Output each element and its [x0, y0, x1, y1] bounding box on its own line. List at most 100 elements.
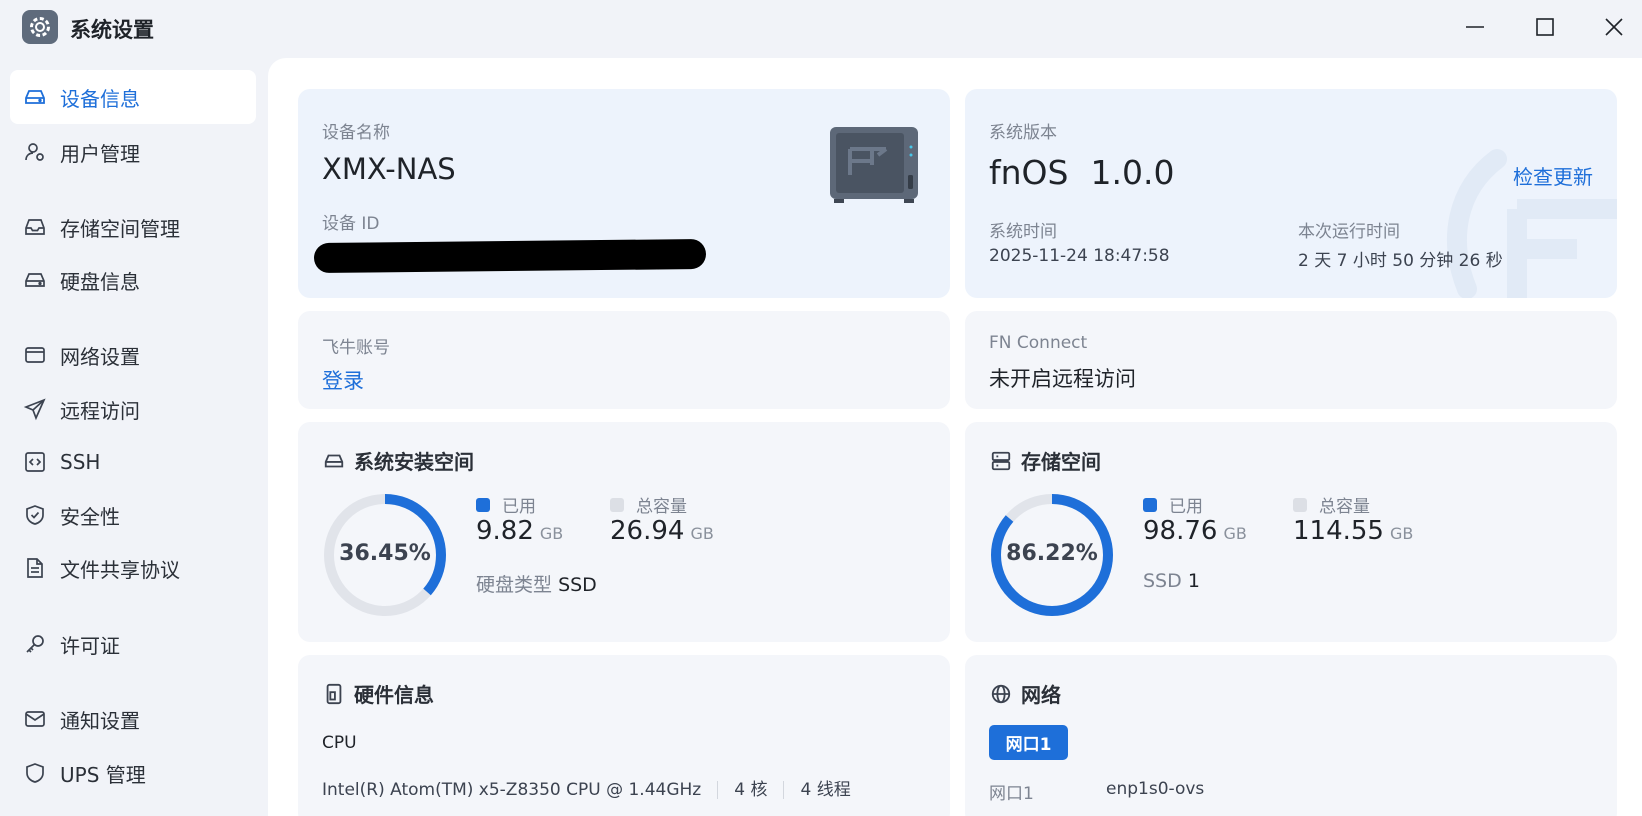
tab-port-1[interactable]: 网口1 — [989, 725, 1068, 760]
total-unit: GB — [690, 524, 714, 543]
server-icon — [989, 449, 1013, 473]
used-swatch — [1143, 497, 1157, 512]
drive-icon — [22, 84, 48, 110]
section-title-text: 网络 — [1021, 683, 1061, 707]
device-name: XMX-NAS — [322, 152, 456, 186]
legend-label: 已用 — [1169, 497, 1203, 517]
nas-device-image — [828, 125, 920, 203]
used-amount: 98.76 GB — [1143, 516, 1247, 546]
sidebar-item-ssh[interactable]: SSH — [10, 435, 256, 489]
sidebar-item-label: 安全性 — [60, 504, 120, 529]
total-amount: 114.55 GB — [1293, 516, 1413, 546]
sidebar-item-label: UPS 管理 — [60, 762, 146, 787]
account-label: 飞牛账号 — [322, 338, 390, 358]
sidebar-item-notification[interactable]: 通知设置 — [10, 692, 256, 746]
sidebar: 设备信息 用户管理 存储空间管理 硬盘信息 网络设置 远程访问 SSH 安全性 … — [0, 56, 268, 816]
section-title-text: 系统安装空间 — [354, 450, 474, 474]
close-button[interactable] — [1598, 12, 1630, 42]
network-card: 网络 网口1 网口1 enp1s0-ovs — [965, 655, 1617, 816]
hard-disk-icon — [322, 449, 346, 473]
minimize-button[interactable] — [1459, 12, 1491, 42]
sidebar-item-user-management[interactable]: 用户管理 — [10, 125, 256, 179]
sidebar-item-label: 远程访问 — [60, 398, 140, 423]
used-value: 9.82 — [476, 516, 534, 546]
sidebar-item-label: 硬盘信息 — [60, 269, 140, 294]
ssd-count-value: 1 — [1187, 570, 1200, 592]
uptime: 2 天 7 小时 50 分钟 26 秒 — [1298, 251, 1503, 271]
main-panel: 设备名称 XMX-NAS 设备 ID 系统版本 fnOS 1.0.0 检查更新 … — [268, 58, 1642, 816]
used-swatch — [476, 497, 490, 512]
fn-connect-status: 未开启远程访问 — [989, 367, 1136, 391]
sidebar-item-label: 用户管理 — [60, 141, 140, 166]
sidebar-item-label: SSH — [60, 450, 101, 474]
settings-app-icon — [22, 10, 58, 44]
mail-icon — [22, 706, 48, 732]
section-title-text: 硬件信息 — [354, 683, 434, 707]
total-legend: 总容量 — [1293, 492, 1370, 517]
account-card: 飞牛账号 登录 — [298, 311, 950, 409]
inbox-icon — [22, 214, 48, 240]
globe-icon — [989, 682, 1013, 706]
fn-connect-label: FN Connect — [989, 333, 1088, 353]
shield-icon — [22, 760, 48, 786]
sidebar-item-file-sharing[interactable]: 文件共享协议 — [10, 541, 256, 595]
total-legend: 总容量 — [610, 492, 687, 517]
os-version: fnOS 1.0.0 — [989, 153, 1174, 192]
total-swatch — [610, 497, 624, 512]
hard-disk-icon — [22, 267, 48, 293]
hardware-title: 硬件信息 — [322, 679, 434, 708]
total-swatch — [1293, 497, 1307, 512]
used-legend: 已用 — [1143, 492, 1203, 517]
device-name-label: 设备名称 — [322, 123, 390, 143]
storage-space-percent: 86.22% — [1006, 541, 1098, 566]
sidebar-item-security[interactable]: 安全性 — [10, 488, 256, 542]
login-link[interactable]: 登录 — [322, 365, 364, 395]
legend-label: 已用 — [502, 497, 536, 517]
sidebar-item-label: 文件共享协议 — [60, 557, 180, 582]
hardware-card: 硬件信息 CPU Intel(R) Atom(TM) x5-Z8350 CPU … — [298, 655, 950, 816]
sidebar-item-device-info[interactable]: 设备信息 — [10, 70, 256, 124]
sidebar-item-storage-management[interactable]: 存储空间管理 — [10, 200, 256, 254]
sidebar-item-label: 设备信息 — [60, 86, 140, 111]
document-icon — [22, 555, 48, 581]
sidebar-item-label: 通知设置 — [60, 708, 140, 733]
cpu-info: Intel(R) Atom(TM) x5-Z8350 CPU @ 1.44GHz… — [322, 775, 851, 800]
sidebar-item-label: 存储空间管理 — [60, 216, 180, 241]
cpu-label: CPU — [322, 733, 357, 753]
fnos-watermark-icon — [1447, 149, 1617, 298]
device-card: 设备名称 XMX-NAS 设备 ID — [298, 89, 950, 298]
ssd-count: SSD 1 — [1143, 570, 1200, 592]
device-id-label: 设备 ID — [322, 214, 380, 234]
maximize-button[interactable] — [1529, 12, 1561, 42]
window-title: 系统设置 — [70, 18, 154, 42]
total-unit: GB — [1389, 524, 1414, 543]
cpu-threads: 4 线程 — [800, 780, 851, 800]
total-amount: 26.94 GB — [610, 516, 714, 546]
system-space-title: 系统安装空间 — [322, 446, 474, 475]
legend-label: 总容量 — [1319, 497, 1370, 517]
user-gear-icon — [22, 139, 48, 165]
system-space-percent: 36.45% — [339, 541, 431, 566]
system-version-label: 系统版本 — [989, 123, 1057, 143]
sidebar-item-network-settings[interactable]: 网络设置 — [10, 328, 256, 382]
system-space-card: 系统安装空间 36.45% 已用 9.82 GB 总容量 26.94 GB 硬盘类型… — [298, 422, 950, 642]
used-value: 98.76 — [1143, 516, 1218, 546]
sidebar-item-ups[interactable]: UPS 管理 — [10, 746, 256, 800]
ssd-label: SSD — [1143, 570, 1182, 592]
code-icon — [22, 449, 48, 475]
sidebar-item-remote-access[interactable]: 远程访问 — [10, 382, 256, 436]
port-label: 网口1 — [989, 784, 1034, 804]
cpu-cores: 4 核 — [734, 780, 768, 800]
network-title: 网络 — [989, 679, 1061, 708]
total-value: 114.55 — [1293, 516, 1384, 546]
system-version-card: 系统版本 fnOS 1.0.0 检查更新 系统时间 2025-11-24 18:4… — [965, 89, 1617, 298]
section-title-text: 存储空间 — [1021, 450, 1101, 474]
os-name: fnOS — [989, 153, 1069, 192]
legend-label: 总容量 — [636, 497, 687, 517]
port-value: enp1s0-ovs — [1106, 779, 1205, 799]
divider — [717, 781, 719, 799]
sidebar-item-disk-info[interactable]: 硬盘信息 — [10, 253, 256, 307]
sidebar-item-license[interactable]: 许可证 — [10, 617, 256, 671]
used-amount: 9.82 GB — [476, 516, 563, 546]
check-update-link[interactable]: 检查更新 — [1513, 161, 1593, 190]
